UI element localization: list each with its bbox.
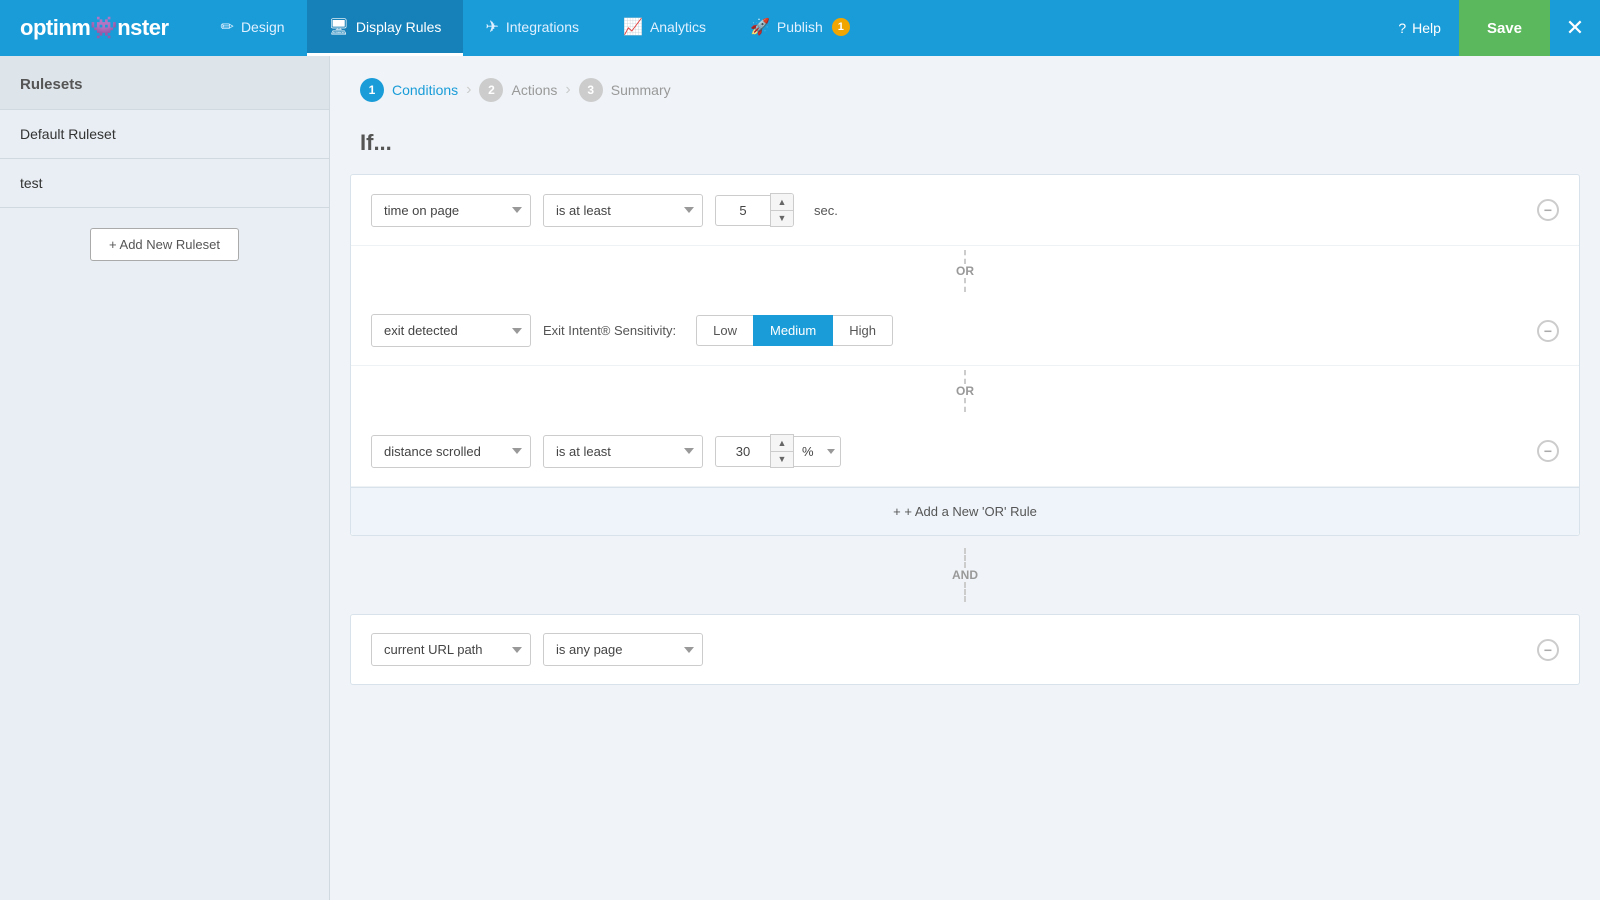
nav-label-display-rules: Display Rules [356, 19, 442, 35]
logo: optinm👾nster [20, 15, 169, 41]
nav-label-publish: Publish [777, 19, 823, 35]
close-button[interactable]: ✕ [1550, 0, 1600, 56]
rule-row-exit: exit detected time on page distance scro… [351, 296, 1579, 366]
header: optinm👾nster ✏ Design 🖥 Display Rules ✈ … [0, 0, 1600, 56]
nav-item-publish[interactable]: 🚀 Publish 1 [728, 0, 872, 56]
or-line-top-2 [964, 370, 966, 384]
spinner-down-time[interactable]: ▼ [771, 210, 793, 226]
logo-text: optinm👾nster [20, 15, 169, 41]
or-line-bottom-2 [964, 398, 966, 412]
breadcrumb-arrow-1: › [466, 81, 471, 99]
or-separator-2: OR [351, 366, 1579, 416]
rule-row-url: current URL path time on page exit detec… [351, 615, 1579, 684]
spinners-middle-distance: ▲ ▼ [770, 434, 794, 468]
spinner-up-distance[interactable]: ▲ [771, 435, 793, 451]
step-num-2: 2 [479, 78, 503, 102]
remove-rule-url[interactable]: − [1537, 639, 1559, 661]
breadcrumb-step-conditions[interactable]: 1 Conditions [360, 78, 458, 102]
save-button[interactable]: Save [1459, 0, 1550, 56]
condition-select-url[interactable]: current URL path time on page exit detec… [371, 633, 531, 666]
and-line-top [964, 548, 966, 568]
analytics-icon: 📈 [623, 17, 643, 37]
nav-item-analytics[interactable]: 📈 Analytics [601, 0, 728, 56]
add-or-rule-button[interactable]: + + Add a New 'OR' Rule [351, 487, 1579, 535]
help-label: Help [1412, 20, 1441, 36]
sidebar: Rulesets Default Ruleset test + Add New … [0, 56, 330, 900]
rule-group-url: current URL path time on page exit detec… [350, 614, 1580, 685]
breadcrumb: 1 Conditions › 2 Actions › 3 Summary [330, 56, 1600, 120]
or-line-top-1 [964, 250, 966, 264]
spinner-down-distance[interactable]: ▼ [771, 451, 793, 467]
display-rules-icon: 🖥 [329, 17, 349, 37]
operator-select-distance[interactable]: is at least is less than is exactly [543, 435, 703, 468]
breadcrumb-arrow-2: › [565, 81, 570, 99]
and-separator: AND [330, 540, 1600, 610]
add-or-icon: + [893, 504, 901, 519]
layout: Rulesets Default Ruleset test + Add New … [0, 56, 1600, 900]
condition-select-time[interactable]: time on page exit detected distance scro… [371, 194, 531, 227]
help-icon: ? [1398, 20, 1406, 36]
remove-rule-time[interactable]: − [1537, 199, 1559, 221]
number-wrap-time: ▲ ▼ [715, 193, 794, 227]
nav-item-display-rules[interactable]: 🖥 Display Rules [307, 0, 464, 56]
breadcrumb-step-actions[interactable]: 2 Actions [479, 78, 557, 102]
main-nav: ✏ Design 🖥 Display Rules ✈ Integrations … [199, 0, 1381, 56]
main-content: 1 Conditions › 2 Actions › 3 Summary If.… [330, 56, 1600, 900]
help-button[interactable]: ? Help [1380, 0, 1459, 56]
spinner-up-time[interactable]: ▲ [771, 194, 793, 210]
and-label: AND [952, 568, 978, 582]
sensitivity-high[interactable]: High [833, 315, 893, 346]
number-wrap-distance: ▲ ▼ % px [715, 434, 841, 468]
rule-row-distance: distance scrolled time on page exit dete… [351, 416, 1579, 487]
sidebar-item-default-ruleset[interactable]: Default Ruleset [0, 110, 329, 159]
nav-item-design[interactable]: ✏ Design [199, 0, 307, 56]
nav-label-integrations: Integrations [506, 19, 579, 35]
or-label-1: OR [956, 264, 974, 278]
rule-group-1: time on page exit detected distance scro… [350, 174, 1580, 536]
step-label-actions: Actions [511, 82, 557, 98]
or-separator-1: OR [351, 246, 1579, 296]
step-label-conditions: Conditions [392, 82, 458, 98]
nav-label-design: Design [241, 19, 285, 35]
publish-badge: 1 [832, 18, 850, 36]
if-label: If... [330, 120, 1600, 174]
spinners-time: ▲ ▼ [770, 193, 794, 227]
sensitivity-wrap: Low Medium High [696, 315, 893, 346]
rule-row-time: time on page exit detected distance scro… [351, 175, 1579, 246]
number-input-distance[interactable] [715, 436, 770, 467]
condition-select-exit[interactable]: exit detected time on page distance scro… [371, 314, 531, 347]
condition-select-distance[interactable]: distance scrolled time on page exit dete… [371, 435, 531, 468]
remove-rule-distance[interactable]: − [1537, 440, 1559, 462]
sensitivity-low[interactable]: Low [696, 315, 753, 346]
sensitivity-label: Exit Intent® Sensitivity: [543, 323, 676, 338]
operator-select-url[interactable]: is any page contains exactly matches doe… [543, 633, 703, 666]
sensitivity-medium[interactable]: Medium [753, 315, 833, 346]
nav-label-analytics: Analytics [650, 19, 706, 35]
sidebar-item-test[interactable]: test [0, 159, 329, 208]
unit-select-distance[interactable]: % px [794, 436, 841, 467]
breadcrumb-step-summary[interactable]: 3 Summary [579, 78, 671, 102]
design-icon: ✏ [221, 17, 234, 37]
or-label-2: OR [956, 384, 974, 398]
step-label-summary: Summary [611, 82, 671, 98]
number-input-time[interactable] [715, 195, 770, 226]
publish-icon: 🚀 [750, 17, 770, 37]
integrations-icon: ✈ [485, 17, 498, 37]
step-num-3: 3 [579, 78, 603, 102]
add-or-label: + Add a New 'OR' Rule [904, 504, 1037, 519]
sidebar-title: Rulesets [0, 56, 329, 110]
unit-label-time: sec. [814, 203, 838, 218]
and-line-bottom [964, 582, 966, 602]
header-right: ? Help Save ✕ [1380, 0, 1600, 56]
nav-item-integrations[interactable]: ✈ Integrations [463, 0, 601, 56]
remove-rule-exit[interactable]: − [1537, 320, 1559, 342]
or-line-bottom-1 [964, 278, 966, 292]
operator-select-time[interactable]: is at least is less than is exactly [543, 194, 703, 227]
add-ruleset-button[interactable]: + Add New Ruleset [90, 228, 239, 261]
step-num-1: 1 [360, 78, 384, 102]
